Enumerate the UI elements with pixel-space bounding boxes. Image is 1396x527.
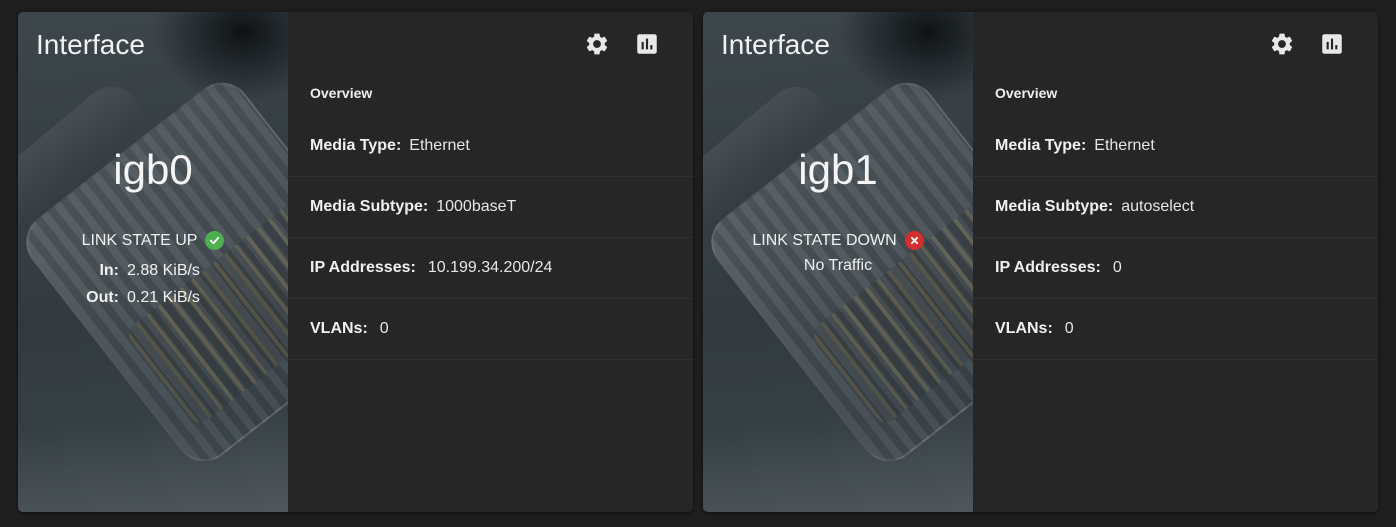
link-state: LINK STATE DOWN	[703, 231, 973, 250]
link-state-label: LINK STATE UP	[81, 231, 198, 249]
vlans-value: 0	[1064, 320, 1074, 337]
traffic-out-label: Out:	[86, 289, 119, 306]
check-circle-icon	[205, 231, 225, 250]
interface-name: igb1	[798, 146, 878, 193]
traffic-out-value: 0.21 KiB/s	[127, 289, 200, 306]
vlans-row: VLANs: 0	[288, 299, 693, 360]
traffic-in-value: 2.88 KiB/s	[127, 262, 200, 279]
media-type-value: Ethernet	[1094, 137, 1155, 154]
media-type-label: Media Type:	[310, 137, 402, 154]
ip-addresses-row: IP Addresses: 0	[973, 238, 1378, 299]
overview-title: Overview	[310, 85, 373, 101]
media-subtype-value: autoselect	[1121, 198, 1195, 215]
vlans-label: VLANs:	[310, 320, 368, 337]
ip-addresses-label: IP Addresses:	[310, 259, 416, 276]
card-title: Interface	[36, 29, 145, 60]
card-title: Interface	[721, 29, 830, 60]
vlans-value: 0	[379, 320, 389, 337]
interface-details-panel: Overview Media Type: Ethernet Media Subt…	[973, 12, 1378, 512]
traffic-out-row: Out: 0.21 KiB/s	[18, 289, 288, 309]
media-type-value: Ethernet	[409, 137, 470, 154]
interface-image-panel: Interface igb1 LINK STATE DOWN No Traffi…	[703, 12, 973, 512]
interface-image-panel: Interface igb0 LINK STATE UP In: 2.88 Ki…	[18, 12, 288, 512]
settings-button[interactable]	[1268, 30, 1296, 58]
media-subtype-row: Media Subtype: autoselect	[973, 177, 1378, 238]
link-state-label: LINK STATE DOWN	[752, 231, 897, 249]
media-subtype-label: Media Subtype:	[310, 198, 429, 215]
gear-icon	[586, 33, 608, 55]
interface-card-igb1: Interface igb1 LINK STATE DOWN No Traffi…	[703, 12, 1378, 512]
media-subtype-label: Media Subtype:	[995, 198, 1114, 215]
error-circle-icon	[904, 231, 924, 250]
media-type-row: Media Type: Ethernet	[288, 116, 693, 177]
media-subtype-value: 1000baseT	[436, 198, 517, 215]
vlans-label: VLANs:	[995, 320, 1053, 337]
interface-name: igb0	[113, 146, 193, 193]
ip-addresses-value: 10.199.34.200/24	[427, 259, 553, 276]
ip-addresses-value: 0	[1112, 259, 1122, 276]
traffic-in-label: In:	[99, 262, 119, 279]
bar-chart-icon	[637, 34, 657, 54]
media-type-label: Media Type:	[995, 137, 1087, 154]
link-state: LINK STATE UP	[18, 231, 288, 250]
interface-card-igb0: Interface igb0 LINK STATE UP In: 2.88 Ki…	[18, 12, 693, 512]
stats-button[interactable]	[633, 30, 661, 58]
traffic-in-row: In: 2.88 KiB/s	[18, 262, 288, 282]
ip-addresses-label: IP Addresses:	[995, 259, 1101, 276]
settings-button[interactable]	[583, 30, 611, 58]
no-traffic-label: No Traffic	[803, 257, 873, 274]
media-subtype-row: Media Subtype: 1000baseT	[288, 177, 693, 238]
ip-addresses-row: IP Addresses: 10.199.34.200/24	[288, 238, 693, 299]
bar-chart-icon	[1322, 34, 1342, 54]
media-type-row: Media Type: Ethernet	[973, 116, 1378, 177]
vlans-row: VLANs: 0	[973, 299, 1378, 360]
gear-icon	[1271, 33, 1293, 55]
stats-button[interactable]	[1318, 30, 1346, 58]
overview-title: Overview	[995, 85, 1058, 101]
interface-details-panel: Overview Media Type: Ethernet Media Subt…	[288, 12, 693, 512]
